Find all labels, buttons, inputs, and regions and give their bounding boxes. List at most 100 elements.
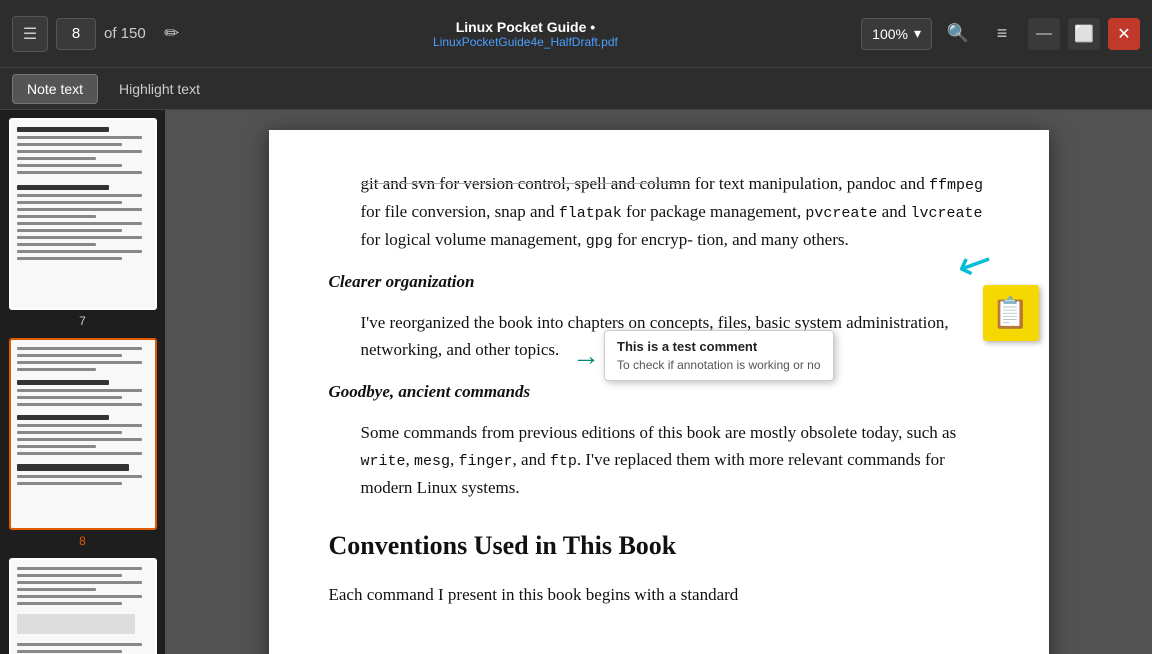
thumbnail-page-7 <box>11 120 155 308</box>
sticky-note-annotation[interactable]: 📋 <box>983 285 1039 341</box>
search-button[interactable]: 🔍 <box>940 16 976 52</box>
thumb-line <box>17 222 142 225</box>
document-subtitle: LinuxPocketGuide4e_HalfDraft.pdf <box>433 35 618 49</box>
toolbar-left: ☰ of 150 ✏ <box>12 16 190 52</box>
thumb-line <box>17 380 109 385</box>
annotation-popup-title: This is a test comment <box>617 339 820 354</box>
thumb-line <box>17 595 142 598</box>
thumb-line <box>17 194 142 197</box>
menu-button[interactable]: ≡ <box>984 16 1020 52</box>
thumb-line <box>17 464 129 471</box>
thumb-line <box>17 424 142 427</box>
thumb-line <box>17 452 142 455</box>
thumb-line <box>17 368 96 371</box>
close-icon: ✕ <box>1117 24 1130 44</box>
page-of-label: of 150 <box>104 25 146 42</box>
highlight-text-button[interactable]: Highlight text <box>104 74 215 104</box>
thumb-line <box>17 574 123 577</box>
thumb-line <box>17 185 109 190</box>
thumb-table <box>17 614 136 634</box>
pdf-section-goodbye-heading: Goodbye, ancient commands <box>329 378 989 405</box>
maximize-button[interactable]: ⬜ <box>1068 18 1100 50</box>
thumbnail-page-9 <box>11 560 155 654</box>
minimize-button[interactable]: — <box>1028 18 1060 50</box>
thumbnail-wrapper-9[interactable] <box>9 558 157 654</box>
pdf-page: git and svn for version control, spell a… <box>269 130 1049 654</box>
thumb-line <box>17 475 142 478</box>
thumbnail-item-7[interactable]: 7 <box>6 118 159 328</box>
thumbnail-page-number-7: 7 <box>79 314 86 328</box>
thumbnail-page-8 <box>11 340 155 528</box>
pdf-conventions-heading: Conventions Used in This Book <box>329 525 989 567</box>
thumb-line <box>17 445 96 448</box>
page-number-input[interactable] <box>56 18 96 50</box>
thumb-line <box>17 171 142 174</box>
maximize-icon: ⬜ <box>1074 24 1094 44</box>
thumb-line <box>17 482 123 485</box>
annotation-popup-container: → This is a test comment To check if ann… <box>572 330 833 381</box>
pdf-conventions-body: Each command I present in this book begi… <box>329 581 989 608</box>
toolbar-center: Linux Pocket Guide • LinuxPocketGuide4e_… <box>190 19 861 49</box>
thumb-line <box>17 243 96 246</box>
search-icon: 🔍 <box>947 23 969 44</box>
sidebar-toggle-button[interactable]: ☰ <box>12 16 48 52</box>
thumb-line <box>17 567 142 570</box>
thumbnail-item-9[interactable]: 9 <box>6 558 159 654</box>
sidebar-icon: ☰ <box>23 24 37 44</box>
minimize-icon: — <box>1036 25 1052 43</box>
thumb-line <box>17 396 123 399</box>
pdf-text-content: git and svn for version control, spell a… <box>329 170 989 608</box>
sticky-note-icon: 📋 <box>992 296 1029 331</box>
thumbnail-item-8[interactable]: 8 <box>6 338 159 548</box>
annotation-toolbar: Note text Highlight text <box>0 68 1152 110</box>
thumb-line <box>17 208 142 211</box>
horizontal-arrow-icon: → <box>572 340 600 372</box>
thumb-line <box>17 361 142 364</box>
close-button[interactable]: ✕ <box>1108 18 1140 50</box>
thumb-line <box>17 257 123 260</box>
thumb-line <box>17 157 96 160</box>
note-text-button[interactable]: Note text <box>12 74 98 104</box>
thumb-line <box>17 150 142 153</box>
zoom-selector[interactable]: 100% ▾ <box>861 18 932 50</box>
thumb-line <box>17 602 123 605</box>
thumbnail-wrapper-8[interactable] <box>9 338 157 530</box>
thumb-line <box>17 250 142 253</box>
zoom-value: 100% <box>872 26 908 42</box>
thumb-line <box>17 354 123 357</box>
menu-icon: ≡ <box>997 23 1008 44</box>
thumb-line <box>17 415 109 420</box>
document-title: Linux Pocket Guide • <box>456 19 595 35</box>
annotation-popup-body: To check if annotation is working or no <box>617 358 820 372</box>
edit-icon: ✏ <box>164 23 179 44</box>
pdf-section-clearer-heading: Clearer organization <box>329 268 989 295</box>
zoom-chevron-icon: ▾ <box>914 25 921 42</box>
thumb-line <box>17 431 123 434</box>
thumb-line <box>17 347 142 350</box>
thumb-line <box>17 389 142 392</box>
thumbnail-wrapper-7[interactable] <box>9 118 157 310</box>
thumb-line <box>17 643 142 646</box>
thumb-line <box>17 236 142 239</box>
thumb-line <box>17 143 123 146</box>
thumb-line <box>17 588 96 591</box>
thumbnail-sidebar: 7 <box>0 110 165 654</box>
main-toolbar: ☰ of 150 ✏ Linux Pocket Guide • LinuxPoc… <box>0 0 1152 68</box>
pdf-paragraph-1: git and svn for version control, spell a… <box>361 170 989 254</box>
thumbnail-page-number-8: 8 <box>79 534 86 548</box>
thumb-line <box>17 438 142 441</box>
main-area: 7 <box>0 110 1152 654</box>
pdf-viewer-area[interactable]: git and svn for version control, spell a… <box>165 110 1152 654</box>
thumb-line <box>17 229 123 232</box>
thumb-line <box>17 403 142 406</box>
thumb-line <box>17 215 96 218</box>
toolbar-right: 100% ▾ 🔍 ≡ — ⬜ ✕ <box>861 16 1140 52</box>
thumb-line <box>17 650 123 653</box>
annotation-popup[interactable]: This is a test comment To check if annot… <box>604 330 833 381</box>
thumb-line <box>17 164 123 167</box>
thumb-line <box>17 581 142 584</box>
pdf-section-goodbye-body: Some commands from previous editions of … <box>361 419 989 501</box>
thumb-line <box>17 201 123 204</box>
thumb-line <box>17 127 109 132</box>
edit-button[interactable]: ✏ <box>154 16 190 52</box>
